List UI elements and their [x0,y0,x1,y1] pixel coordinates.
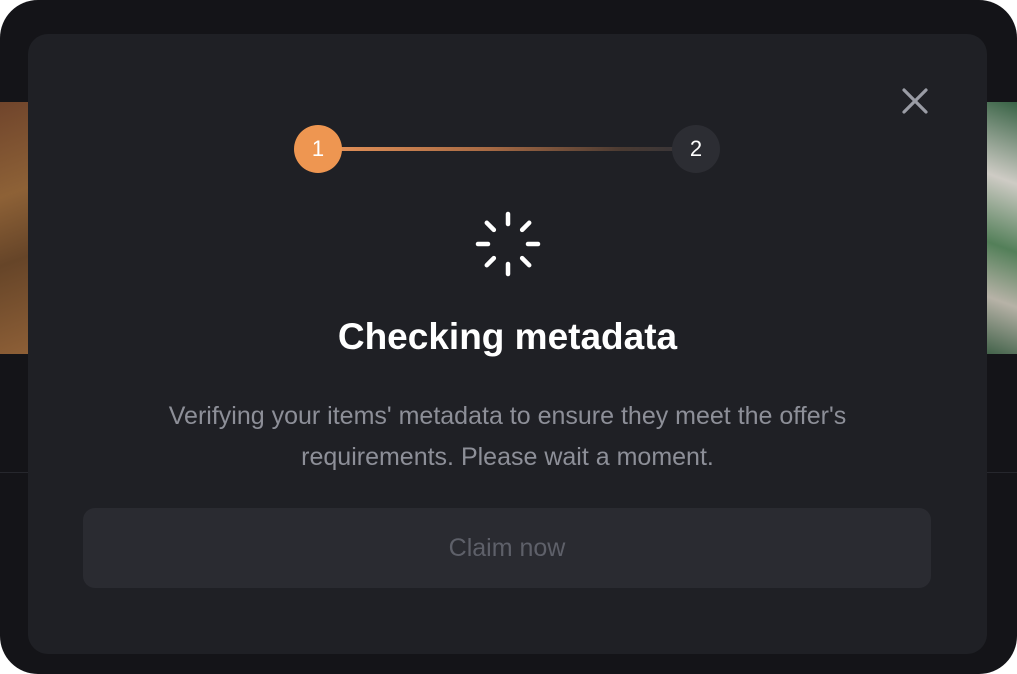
claim-now-button[interactable]: Claim now [83,508,931,588]
close-button[interactable] [896,82,934,120]
loading-spinner-icon [475,211,541,277]
step-2-indicator: 2 [672,125,720,173]
modal-title: Checking metadata [337,316,678,357]
checking-metadata-modal: 1 2 Checking metadata Verifying your ite… [28,34,987,654]
app-window: 1 2 Checking metadata Verifying your ite… [0,0,1017,674]
stepper-connector [318,147,698,151]
modal-description: Verifying your items' metadata to ensure… [168,402,847,471]
progress-stepper: 1 2 [294,125,720,173]
close-icon [902,88,928,114]
step-1-indicator: 1 [294,125,342,173]
